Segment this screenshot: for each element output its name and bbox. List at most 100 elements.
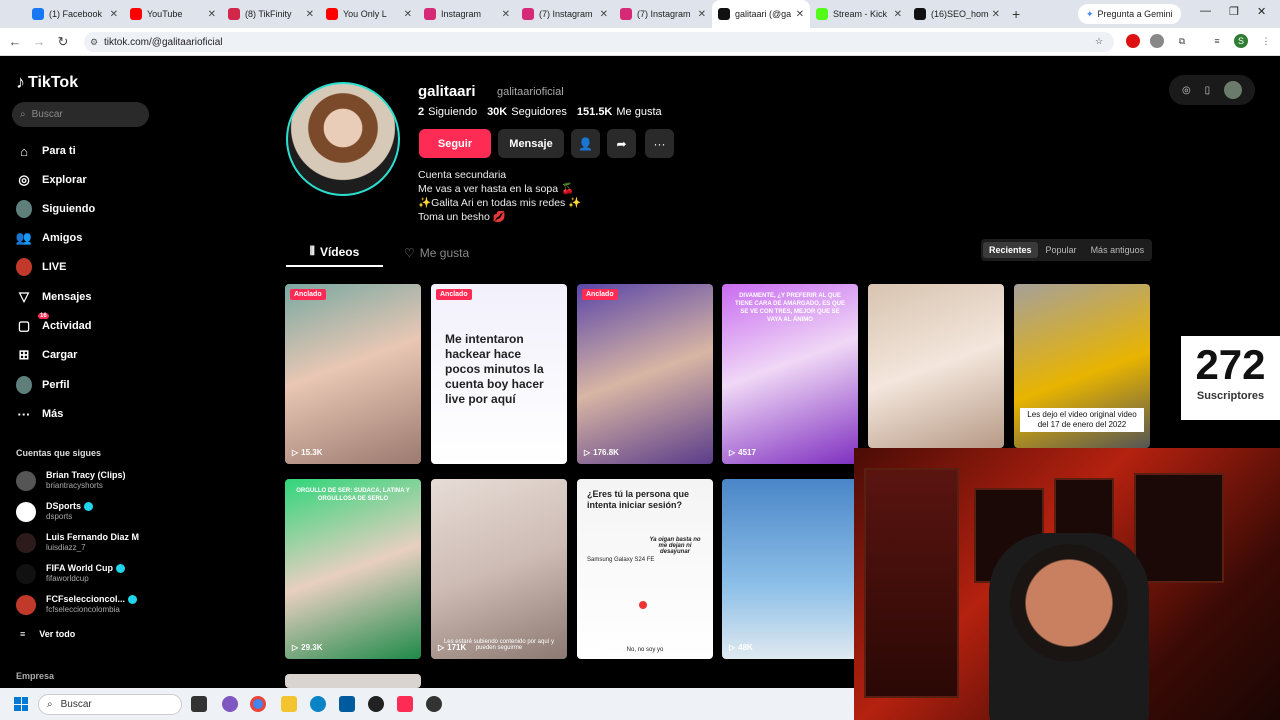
sidebar-item-live[interactable]: LIVE bbox=[16, 258, 66, 276]
following-stat[interactable]: 2 Siguiendo bbox=[418, 106, 477, 118]
sidebar-item-cargar[interactable]: ⊞ Cargar bbox=[16, 346, 78, 364]
browser-tab[interactable]: (7) Instagram ✕ bbox=[516, 0, 614, 28]
tiktok-logo-text: TikTok bbox=[28, 73, 79, 91]
followers-stat[interactable]: 30K Seguidores bbox=[487, 106, 567, 118]
close-tab-icon[interactable]: ✕ bbox=[404, 9, 412, 20]
reading-list-icon[interactable]: ≡ bbox=[1210, 34, 1224, 48]
close-tab-icon[interactable]: ✕ bbox=[992, 9, 1000, 20]
add-friend-button[interactable]: 👤 bbox=[571, 129, 600, 158]
sort-option[interactable]: Más antiguos bbox=[1085, 242, 1151, 258]
extension-red-icon[interactable] bbox=[1126, 34, 1140, 48]
browser-tab[interactable]: (7) Instagram ✕ bbox=[614, 0, 712, 28]
maximize-button[interactable]: ❐ bbox=[1229, 5, 1239, 18]
video-card[interactable]: Les dejo el video original video del 17 … bbox=[1014, 284, 1150, 448]
sidebar-item-perfil[interactable]: Perfil bbox=[16, 376, 70, 394]
followed-account[interactable]: FIFA World Cup fifaworldcup bbox=[16, 563, 125, 584]
instagram-icon bbox=[424, 8, 436, 20]
followed-account[interactable]: Luis Fernando Diaz Mluisdiazz_7 bbox=[16, 532, 139, 553]
video-card[interactable]: Les estaré subiendo contenido por aquí y… bbox=[431, 479, 567, 659]
close-tab-icon[interactable]: ✕ bbox=[306, 9, 314, 20]
chrome-taskbar-icon[interactable] bbox=[250, 696, 266, 712]
video-card[interactable]: Anclado ▷ 176.8K bbox=[577, 284, 713, 464]
bookmark-star-icon[interactable]: ☆ bbox=[1092, 34, 1106, 48]
device-icon[interactable]: ▯ bbox=[1205, 85, 1211, 96]
store-icon[interactable] bbox=[339, 696, 355, 712]
close-tab-icon[interactable]: ✕ bbox=[698, 9, 706, 20]
url-input[interactable]: ⚙ tiktok.com/@galitaarioficial bbox=[84, 32, 1114, 52]
see-all-button[interactable]: ≡ Ver todo bbox=[20, 629, 75, 639]
chrome-menu-icon[interactable]: ⋮ bbox=[1259, 34, 1273, 48]
sidebar-item-para-ti[interactable]: ⌂ Para ti bbox=[16, 142, 76, 160]
task-view-icon[interactable] bbox=[191, 696, 207, 712]
windows-start-icon[interactable] bbox=[14, 697, 28, 711]
sidebar-item-mensajes[interactable]: ▽ Mensajes bbox=[16, 288, 92, 306]
file-explorer-icon[interactable] bbox=[281, 696, 297, 712]
sort-option[interactable]: Popular bbox=[1040, 242, 1083, 258]
account-handle: fcfseleccioncolombia bbox=[46, 605, 120, 614]
minimize-button[interactable]: — bbox=[1200, 5, 1211, 17]
close-window-button[interactable]: ✕ bbox=[1257, 5, 1266, 18]
sidebar-item-explorar[interactable]: ◎ Explorar bbox=[16, 171, 86, 189]
app-icon[interactable] bbox=[426, 696, 442, 712]
close-tab-icon[interactable]: ✕ bbox=[502, 9, 510, 20]
browser-tab[interactable]: galitaari (@ga ✕ bbox=[712, 0, 810, 28]
browser-tab[interactable]: You Only L ✕ bbox=[320, 0, 418, 28]
tab-videos[interactable]: ⦀ Vídeos bbox=[286, 238, 383, 267]
video-card[interactable]: Anclado Me intentaron hackear hace pocos … bbox=[431, 284, 567, 464]
video-card[interactable]: ▷ 48K bbox=[722, 479, 858, 659]
forward-button[interactable]: → bbox=[27, 34, 51, 49]
followed-account[interactable]: DSports dsports bbox=[16, 501, 94, 522]
share-button[interactable]: ➦ bbox=[607, 129, 636, 158]
reload-button[interactable]: ↻ bbox=[51, 34, 75, 50]
close-tab-icon[interactable]: ✕ bbox=[208, 9, 216, 20]
browser-tab[interactable]: (16)SEO_home ✕ bbox=[908, 0, 1006, 28]
new-tab-button[interactable]: + bbox=[1012, 6, 1020, 22]
followed-account[interactable]: Brian Tracy (Clips) briantracyshorts bbox=[16, 470, 126, 491]
browser-tab[interactable]: Stream - Kick ✕ bbox=[810, 0, 908, 28]
coins-icon[interactable]: ◎ bbox=[1182, 85, 1191, 96]
gemini-button[interactable]: ✦ Pregunta a Gemini bbox=[1078, 4, 1181, 24]
follow-button[interactable]: Seguir bbox=[419, 129, 491, 158]
sidebar-item-actividad[interactable]: ▢ 16 Actividad bbox=[16, 313, 92, 335]
edge-icon[interactable] bbox=[310, 696, 326, 712]
bio-line: Cuenta secundaria bbox=[418, 169, 507, 181]
close-tab-icon[interactable]: ✕ bbox=[796, 9, 804, 20]
verified-badge-icon bbox=[84, 502, 94, 511]
sort-option[interactable]: Recientes bbox=[983, 242, 1038, 258]
tiktok-logo[interactable]: ♪ TikTok bbox=[16, 72, 78, 93]
video-card[interactable] bbox=[285, 674, 421, 688]
sidebar-item-más[interactable]: ··· Más bbox=[16, 405, 64, 423]
more-options-button[interactable]: ··· bbox=[645, 129, 674, 158]
browser-tab[interactable]: (8) TikFinity ✕ bbox=[222, 0, 320, 28]
close-tab-icon[interactable]: ✕ bbox=[110, 9, 118, 20]
site-info-icon[interactable]: ⚙ bbox=[90, 37, 98, 48]
tab-likes[interactable]: ♡ Me gusta bbox=[404, 238, 469, 267]
video-card[interactable]: Anclado ▷ 15.3K bbox=[285, 284, 421, 464]
obs-icon[interactable] bbox=[368, 696, 384, 712]
sidebar-item-amigos[interactable]: 👥 Amigos bbox=[16, 229, 82, 247]
tiktok-live-icon[interactable] bbox=[397, 696, 413, 712]
user-avatar-icon[interactable] bbox=[1224, 81, 1243, 99]
extension-gray-icon[interactable] bbox=[1150, 34, 1164, 48]
sidebar-search-input[interactable]: ⌕ Buscar bbox=[12, 102, 149, 127]
browser-tab[interactable]: YouTube ✕ bbox=[124, 0, 222, 28]
browser-tab[interactable]: Instagram ✕ bbox=[418, 0, 516, 28]
taskbar-search-input[interactable]: ⌕ Buscar bbox=[38, 694, 182, 715]
back-button[interactable]: ← bbox=[3, 34, 27, 49]
close-tab-icon[interactable]: ✕ bbox=[600, 9, 608, 20]
browser-tab[interactable]: (1) Facebook ✕ bbox=[26, 0, 124, 28]
verified-badge-icon bbox=[116, 564, 125, 573]
sidebar-item-siguiendo[interactable]: Siguiendo bbox=[16, 200, 95, 218]
followed-account[interactable]: FCFseleccioncol... fcfseleccioncolombia bbox=[16, 594, 138, 615]
profile-avatar-chrome[interactable]: S bbox=[1234, 34, 1248, 48]
video-card[interactable]: ¿Eres tú la persona que intenta iniciar … bbox=[577, 479, 713, 659]
account-name: Brian Tracy (Clips) bbox=[46, 470, 126, 481]
extensions-puzzle-icon[interactable]: ⧉ bbox=[1175, 34, 1189, 48]
message-button[interactable]: Mensaje bbox=[498, 129, 564, 158]
account-name: FCFseleccioncol... bbox=[46, 594, 138, 605]
video-card[interactable]: DIVAMENTE, ¿Y PREFERIR AL QUE TIENE CARA… bbox=[722, 284, 858, 464]
video-card[interactable] bbox=[868, 284, 1004, 448]
copilot-icon[interactable] bbox=[222, 696, 238, 712]
video-card[interactable]: ORGULLO DE SER: SUDACA, LATINA Y ORGULLO… bbox=[285, 479, 421, 659]
close-tab-icon[interactable]: ✕ bbox=[894, 9, 902, 20]
